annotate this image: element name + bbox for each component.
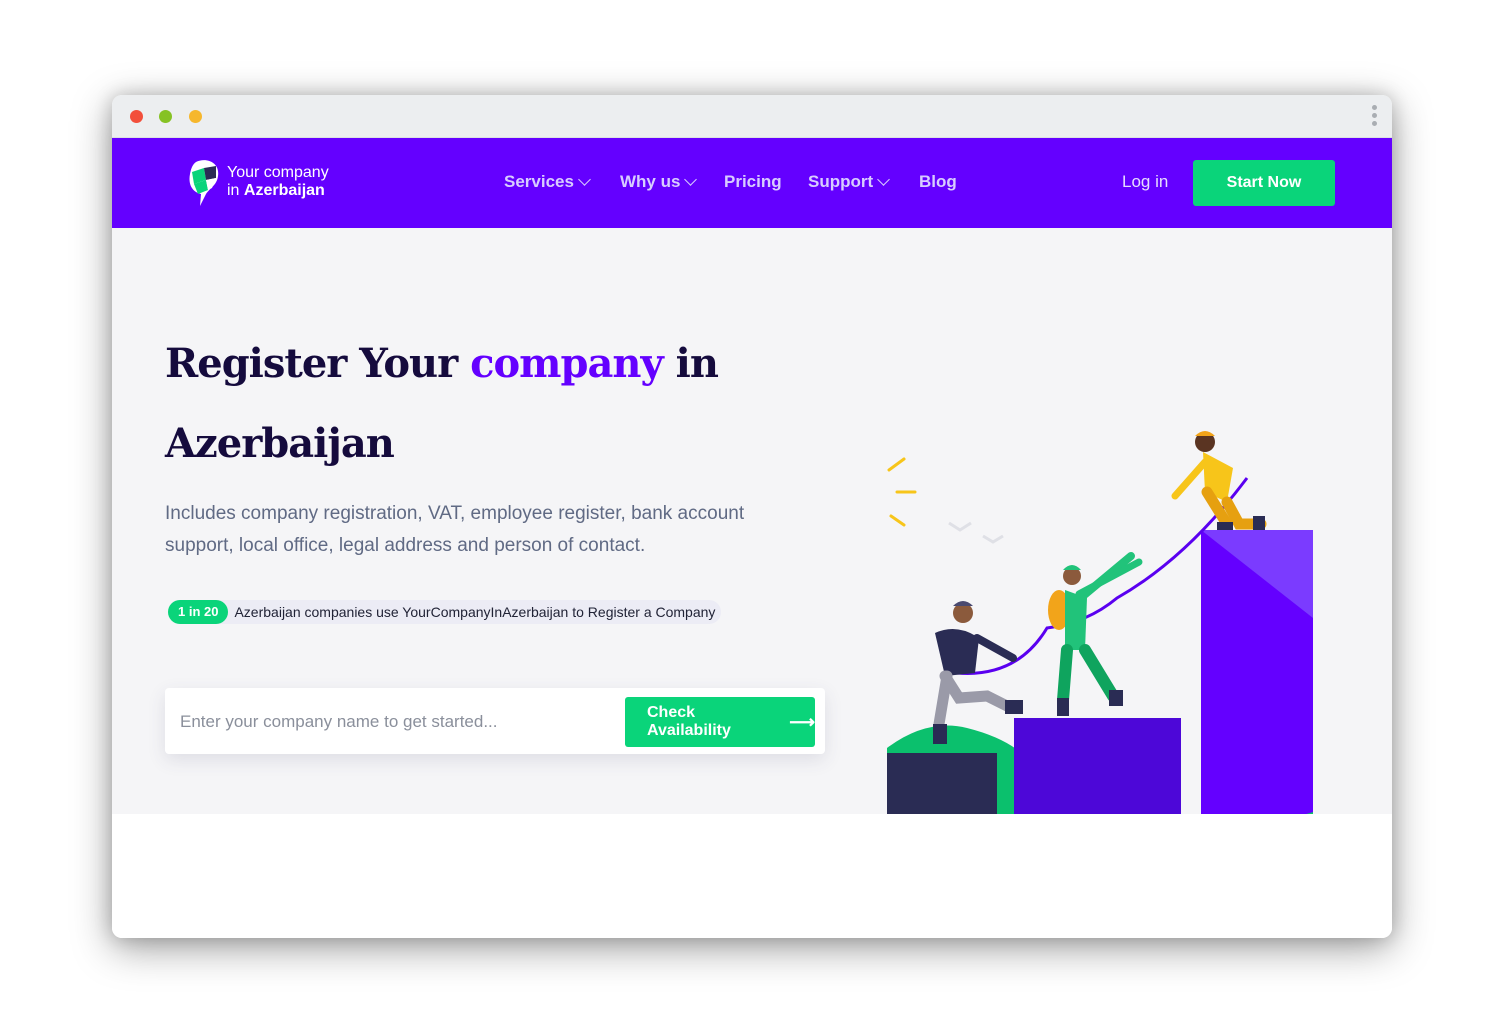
more-options-icon[interactable] xyxy=(1372,105,1378,129)
climbing-team-illustration xyxy=(887,431,1313,844)
stat-pill: 1 in 20 Azerbaijan companies use YourCom… xyxy=(168,600,722,624)
brand-logo[interactable]: Your company in Azerbaijan xyxy=(188,158,358,210)
start-now-button[interactable]: Start Now xyxy=(1193,160,1335,206)
chevron-down-icon xyxy=(684,173,698,186)
arrow-right-icon: ⟶ xyxy=(789,711,815,732)
hero-title-part1: Register Your xyxy=(165,340,471,387)
nav-item-blog[interactable]: Blog xyxy=(919,172,957,192)
top-navigation: Your company in Azerbaijan Services Why … xyxy=(112,138,1392,228)
hero-subtitle: Includes company registration, VAT, empl… xyxy=(165,503,745,556)
nav-item-label: Pricing xyxy=(724,172,782,191)
brand-line1: Your company xyxy=(227,164,329,181)
brand-name: Your company in Azerbaijan xyxy=(227,164,329,200)
maximize-window-dot[interactable] xyxy=(159,110,172,123)
hero-title-line2: Azerbaijan xyxy=(165,420,395,467)
hero-title-part2: in xyxy=(662,340,719,387)
hero-title: Register Your company in Azerbaijan xyxy=(165,324,805,484)
nav-item-label: Why us xyxy=(620,172,681,191)
brand-logo-icon xyxy=(189,160,219,206)
chevron-down-icon xyxy=(877,173,891,186)
nav-item-pricing[interactable]: Pricing xyxy=(724,172,782,192)
nav-item-label: Support xyxy=(808,172,874,191)
company-name-input[interactable] xyxy=(178,706,612,738)
nav-item-services[interactable]: Services xyxy=(504,172,591,192)
next-section xyxy=(112,814,1392,938)
check-availability-label: Check Availability xyxy=(647,704,731,739)
browser-window: Your company in Azerbaijan Services Why … xyxy=(112,95,1392,938)
company-search-box: Check Availability ⟶ xyxy=(165,688,825,754)
check-availability-button[interactable]: Check Availability ⟶ xyxy=(625,697,815,747)
nav-item-support[interactable]: Support xyxy=(808,172,891,192)
nav-item-label: Blog xyxy=(919,172,957,191)
brand-line2-prefix: in xyxy=(227,182,244,199)
hero-title-accent: company xyxy=(470,340,664,387)
stat-text: Azerbaijan companies use YourCompanyInAz… xyxy=(234,604,716,620)
browser-titlebar xyxy=(112,95,1392,138)
chevron-down-icon xyxy=(578,173,591,186)
hero-section: Register Your company in Azerbaijan Incl… xyxy=(112,228,1392,844)
close-window-dot[interactable] xyxy=(130,110,143,123)
minimize-window-dot[interactable] xyxy=(189,110,202,123)
nav-item-why-us[interactable]: Why us xyxy=(620,172,698,192)
login-link[interactable]: Log in xyxy=(1122,172,1168,192)
brand-line2: in Azerbaijan xyxy=(227,182,329,200)
nav-item-label: Services xyxy=(504,172,574,191)
brand-line2-bold: Azerbaijan xyxy=(243,182,325,199)
stat-badge: 1 in 20 xyxy=(168,600,229,624)
